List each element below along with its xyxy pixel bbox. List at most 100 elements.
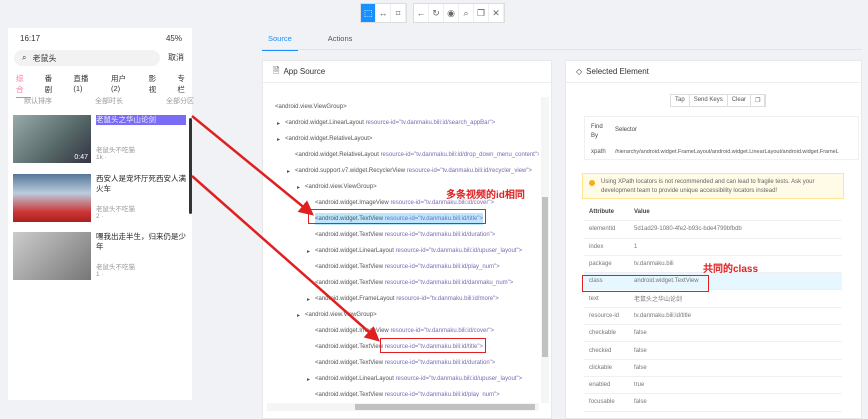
refresh-icon[interactable]: ↻ (429, 4, 444, 22)
tree-node[interactable]: <android.widget.LinearLayout resource-id… (315, 245, 522, 257)
tap-coordinates-icon[interactable]: ⌗ (391, 4, 406, 22)
video-thumbnail (13, 232, 91, 280)
tab-all[interactable]: 综合 (16, 73, 31, 98)
annotation-box-class (582, 275, 709, 292)
video-thumbnail: 0:47 (13, 115, 91, 163)
panel-title: Selected Element (586, 67, 649, 76)
send-keys-button[interactable]: Send Keys (690, 95, 728, 106)
copy-icon[interactable]: ❐ (474, 4, 489, 22)
attribute-row[interactable]: focusable false (584, 394, 842, 412)
search-input[interactable]: ⌕ 老鼠头 (14, 50, 160, 66)
tree-node[interactable]: <android.widget.TextView resource-id="tv… (315, 389, 500, 397)
phone-scrollbar (189, 118, 192, 214)
expand-toggle-icon[interactable]: ▸ (277, 136, 280, 143)
inspector-toolbar: ⬚ ↔ ⌗ ← ↻ ◉ ⌕ ❐ ✕ (360, 3, 505, 23)
attribute-value: 老鼠头之华山论剑 (634, 297, 683, 304)
tree-node[interactable]: <android.view.ViewGroup> (305, 309, 377, 321)
tab-column[interactable]: 专栏 (177, 73, 192, 98)
zone-filter[interactable]: 全部分区 (166, 96, 194, 106)
expand-toggle-icon[interactable]: ▸ (307, 376, 310, 383)
node-tag: <android.widget.TextView (315, 360, 385, 366)
sort-filter[interactable]: 默认排序 (24, 96, 52, 106)
attribute-row[interactable]: elementId 5d1ad29-1080-4fe2-b93c-bde4799b… (584, 221, 842, 239)
copy-icon[interactable]: ❐ (751, 95, 766, 106)
tree-node[interactable]: <android.widget.LinearLayout resource-id… (315, 373, 522, 385)
attribute-row[interactable]: clickable false (584, 360, 842, 377)
attribute-value: false (634, 330, 647, 337)
tree-node[interactable]: <android.view.ViewGroup> (305, 181, 377, 193)
tree-node[interactable]: <android.widget.LinearLayout resource-id… (285, 117, 495, 129)
node-attributes: resource-id="tv.danmaku.bili:id/search_a… (365, 120, 496, 126)
attribute-row[interactable]: enabled true (584, 377, 842, 395)
tree-node[interactable]: <android.support.v7.widget.RecyclerView … (295, 165, 532, 177)
duration-filter[interactable]: 全部时长 (95, 96, 123, 106)
node-tag: <android.widget.LinearLayout (315, 376, 396, 382)
node-tag: <android.widget.FrameLayout (315, 296, 397, 302)
selector-header: Selector (615, 127, 638, 133)
attributes-table: Attribute Value elementId 5d1ad29-1080-4fe… (584, 204, 842, 412)
node-tag: <android.widget.LinearLayout (285, 120, 366, 126)
tree-node[interactable]: <android.widget.TextView resource-id="tv… (315, 277, 513, 289)
tree-node[interactable]: <android.widget.TextView resource-id="tv… (315, 261, 500, 273)
selector-value[interactable]: /hierarchy/android.widget.FrameLayout/an… (615, 149, 839, 155)
attribute-row[interactable]: resource-id tv.danmaku.bili:id/title (584, 308, 842, 326)
node-tag: <android.view.ViewGroup> (305, 312, 377, 318)
video-item[interactable]: 西安人是宠坏厅死西安人满火车 老鼠头不吃猫 2 · (13, 174, 186, 224)
tree-node[interactable]: <android.widget.FrameLayout resource-id=… (315, 293, 499, 305)
node-attributes: resource-id="tv.danmaku.bili:id/more"> (396, 296, 499, 302)
node-tag: <android.widget.TextView (315, 344, 385, 350)
tree-node[interactable]: <android.widget.RelativeLayout resource-… (295, 149, 539, 161)
attribute-row[interactable]: index 1 (584, 239, 842, 256)
select-icon[interactable]: ⬚ (361, 4, 376, 22)
tree-node[interactable]: <android.widget.ImageView resource-id="t… (315, 325, 494, 337)
app-source-panel: 🗎 App Source <android.view.ViewGroup> ▸ <an… (262, 60, 552, 419)
vertical-scrollbar[interactable] (541, 97, 549, 403)
video-item[interactable]: 0:47 老鼠头之华山论剑 老鼠头不吃猫 1k · (13, 115, 186, 165)
horizontal-scrollbar[interactable] (267, 403, 539, 411)
attribute-name: package (589, 261, 612, 268)
tree-node[interactable]: <android.widget.RelativeLayout> (285, 133, 372, 145)
tab-live[interactable]: 直播(1) (73, 73, 97, 98)
tree-node[interactable]: <android.widget.TextView resource-id="tv… (315, 229, 495, 241)
eye-icon[interactable]: ◉ (444, 4, 459, 22)
warning-icon (589, 180, 595, 186)
video-uploader: 老鼠头不吃猫 (96, 206, 135, 213)
warning-text: Using XPath locators is not recommended … (601, 179, 815, 194)
attribute-row[interactable]: checkable false (584, 325, 842, 343)
node-attributes: resource-id="tv.danmaku.bili:id/recycler… (406, 168, 532, 174)
node-tag: <android.widget.ImageView (315, 328, 391, 334)
attribute-row[interactable]: text 老鼠头之华山论剑 (584, 290, 842, 308)
swipe-icon[interactable]: ↔ (376, 4, 391, 22)
tab-film[interactable]: 影视 (149, 73, 164, 98)
expand-toggle-icon[interactable]: ▸ (297, 312, 300, 319)
video-stats: 2 · (96, 213, 104, 220)
device-screenshot[interactable]: 16:17 45% ⌕ 老鼠头 取消 综合 番剧 直播(1) 用户(2) 影视 专栏… (8, 28, 194, 400)
expand-toggle-icon[interactable]: ▸ (287, 168, 290, 175)
tab-users[interactable]: 用户(2) (111, 73, 135, 98)
search-icon[interactable]: ⌕ (459, 4, 474, 22)
node-tag: <android.widget.LinearLayout (315, 248, 396, 254)
back-icon[interactable]: ← (414, 4, 429, 22)
clear-button[interactable]: Clear (728, 95, 752, 106)
selector-table: Find By Selector xpath /hierarchy/androi… (584, 116, 859, 160)
video-uploader: 老鼠头不吃猫 (96, 264, 135, 271)
video-item[interactable]: 嘿我出走半生，归来仍是少年 老鼠头不吃猫 1 · (13, 232, 186, 282)
attribute-name: focusable (589, 399, 615, 406)
close-icon[interactable]: ✕ (489, 4, 504, 22)
expand-toggle-icon[interactable]: ▸ (307, 248, 310, 255)
expand-toggle-icon[interactable]: ▸ (307, 296, 310, 303)
expand-toggle-icon[interactable]: ▸ (277, 120, 280, 127)
attribute-row[interactable]: checked false (584, 342, 842, 360)
tree-node[interactable]: <android.view.ViewGroup> (275, 101, 347, 113)
selected-element-panel: ◇ Selected Element Tap Send Keys Clear ❐ … (565, 60, 862, 419)
tree-node[interactable]: <android.widget.TextView resource-id="tv… (315, 357, 495, 369)
find-by-value: xpath (591, 149, 606, 155)
node-tag: <android.view.ViewGroup> (305, 184, 377, 190)
file-icon: 🗎 (273, 65, 280, 75)
tab-bangumi[interactable]: 番剧 (45, 73, 60, 98)
tap-button[interactable]: Tap (671, 95, 690, 106)
result-tabs: 综合 番剧 直播(1) 用户(2) 影视 专栏 (16, 73, 192, 98)
expand-toggle-icon[interactable]: ▸ (297, 184, 300, 191)
tab-divider (262, 49, 862, 50)
cancel-button[interactable]: 取消 (168, 52, 184, 63)
